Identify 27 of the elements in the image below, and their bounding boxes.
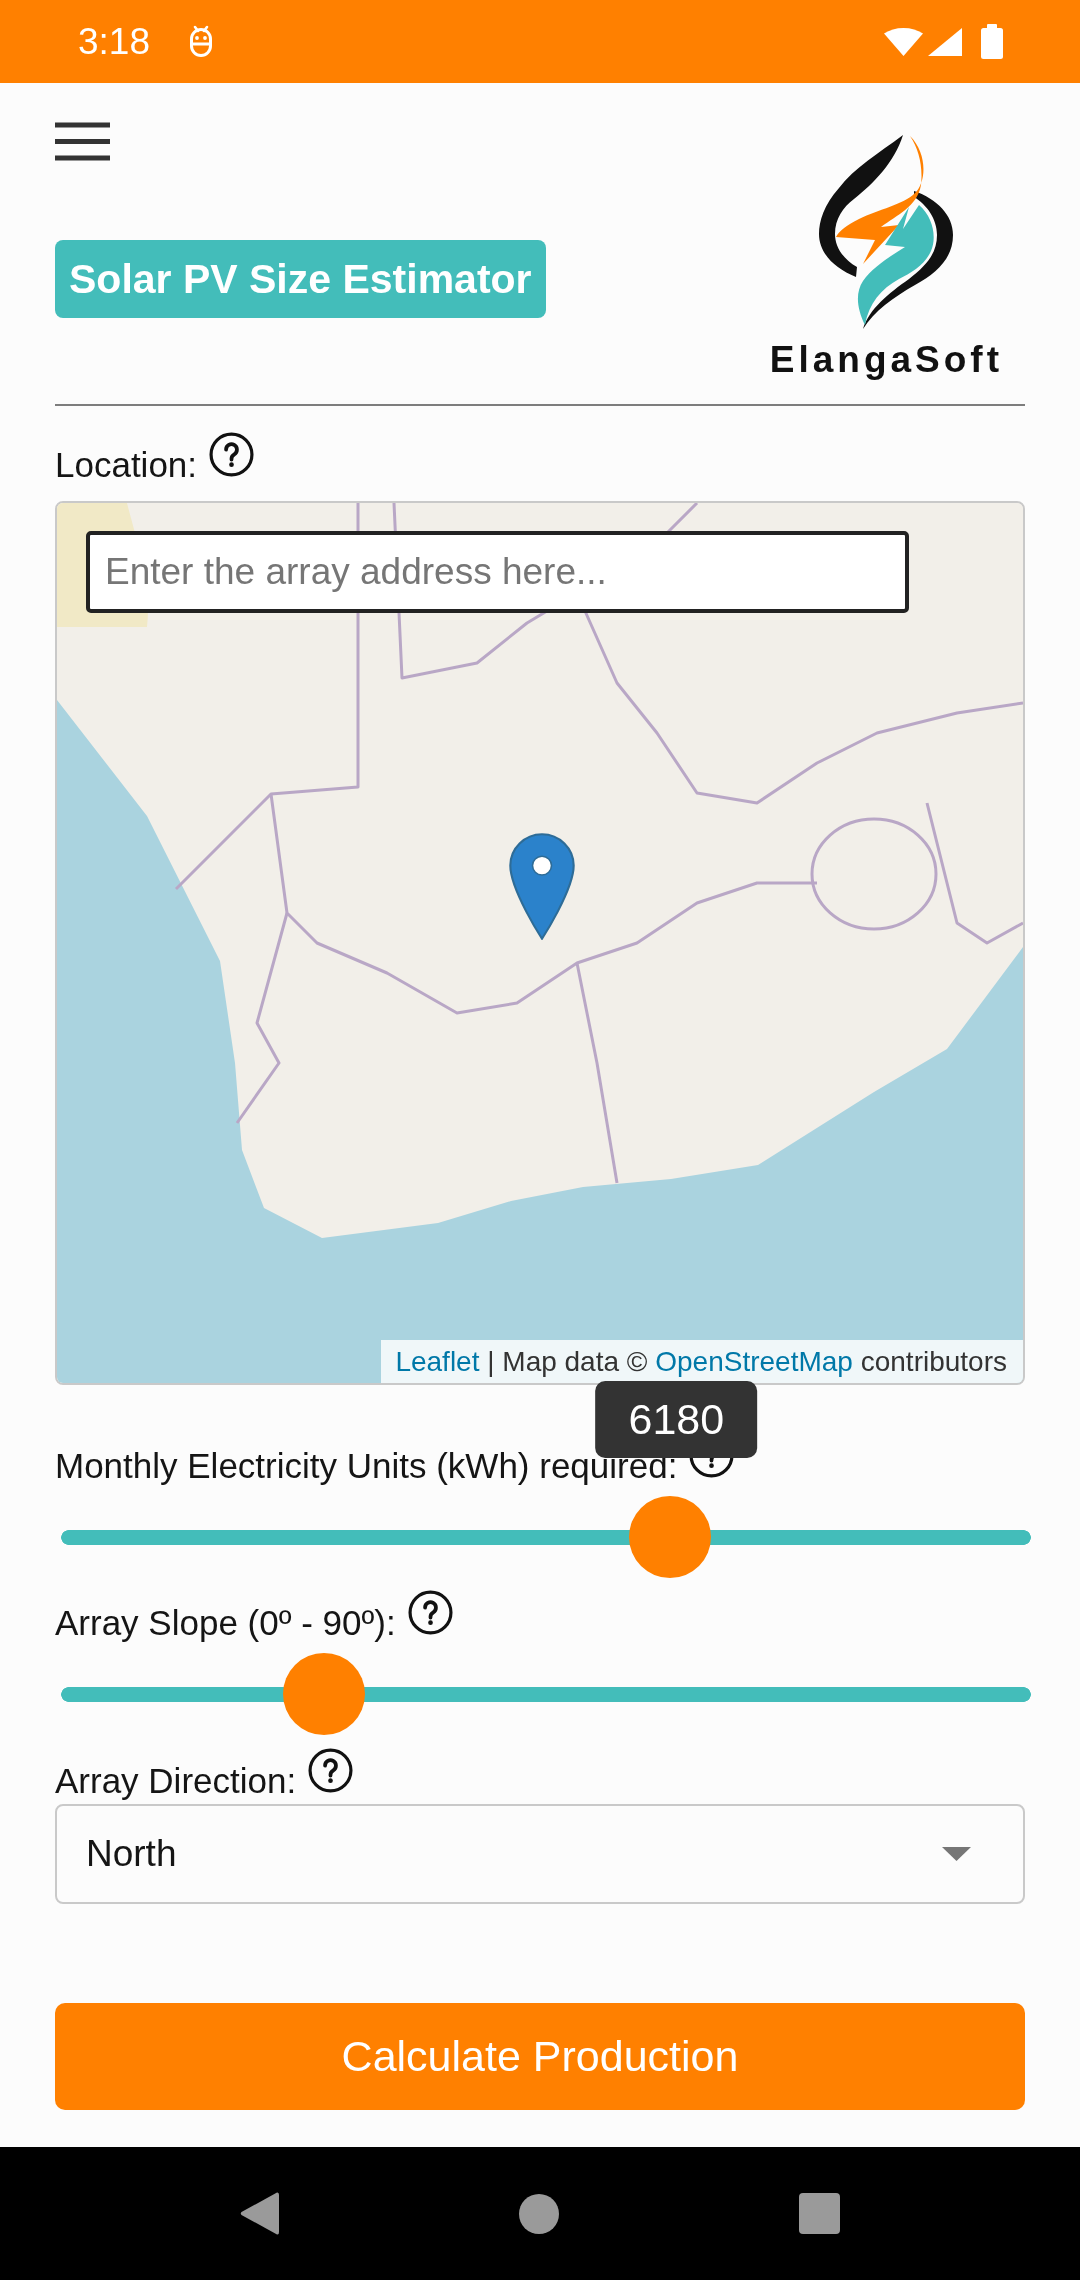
field-label: Array Direction: [55, 1760, 297, 1802]
signal-icon [928, 27, 962, 56]
map-view[interactable]: Enter the array address here... Leaflet | Map data © OpenStreetMap contributors [55, 501, 1025, 1385]
status-time: 3:18 [78, 23, 150, 60]
flame-bolt-logo-icon [819, 133, 954, 330]
battery-icon [981, 24, 1003, 59]
logo-text: ElangaSoft [769, 338, 1003, 382]
field-label: Array Slope (0º - 90º): [55, 1602, 396, 1644]
help-icon[interactable] [209, 432, 255, 477]
app-title: Solar PV Size Estimator [55, 240, 546, 318]
help-icon[interactable] [308, 1748, 354, 1793]
field-label: Location: [55, 444, 198, 486]
calculate-button[interactable]: Calculate Production [55, 2003, 1025, 2110]
attribution-link[interactable]: OpenStreetMap [655, 1346, 853, 1377]
back-icon[interactable] [240, 2192, 279, 2235]
menu-icon[interactable] [55, 120, 110, 162]
value-tooltip: 6180 [595, 1381, 758, 1458]
help-icon[interactable] [407, 1590, 453, 1635]
map-attribution: Leaflet | Map data © OpenStreetMap contributors [381, 1340, 1023, 1383]
caret-icon [942, 1847, 971, 1861]
attribution-link[interactable]: Leaflet [395, 1346, 480, 1377]
robot-face-icon [187, 25, 215, 58]
address-search-field[interactable]: Enter the array address here... [86, 531, 909, 613]
direction-select[interactable]: North [55, 1804, 1025, 1904]
home-icon[interactable] [519, 2193, 559, 2234]
map-marker-icon[interactable] [509, 833, 575, 940]
wifi-icon [884, 27, 923, 56]
